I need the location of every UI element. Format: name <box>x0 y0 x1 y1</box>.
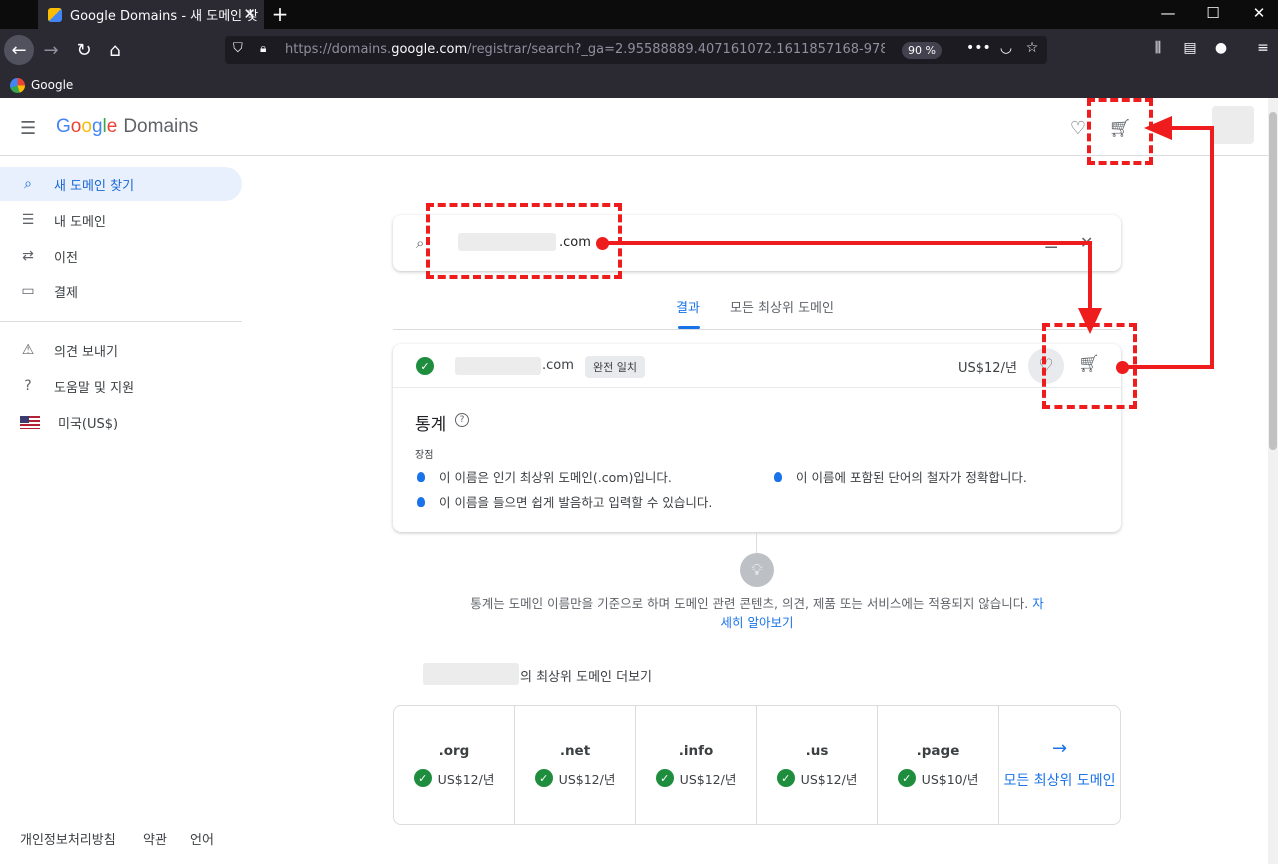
pocket-icon[interactable]: ◡ <box>996 40 1016 56</box>
forward-arrow-icon[interactable]: → <box>37 36 65 64</box>
bookmark-google[interactable]: Google <box>31 78 73 92</box>
terms-link[interactable]: 약관 <box>143 829 167 848</box>
google-favicon <box>10 77 25 93</box>
available-check-icon: ✓ <box>655 769 674 787</box>
stats-help-icon[interactable]: ? <box>455 413 469 427</box>
lightbulb-icon <box>417 471 425 482</box>
pro-item: 이 이름에 포함된 단어의 철자가 정확합니다. <box>774 467 1027 486</box>
bookmarks-bar: Google <box>0 72 1278 98</box>
tld-card[interactable]: .info ✓ US$12/년 <box>636 706 757 824</box>
annotation-arrow-down <box>1078 308 1102 334</box>
search-icon: ⌕ <box>416 234 425 252</box>
home-icon[interactable]: ⌂ <box>101 36 129 64</box>
pro-item: 이 이름을 들으면 쉽게 발음하고 입력할 수 있습니다. <box>417 492 712 511</box>
language-link[interactable]: 언어 <box>190 829 214 848</box>
exact-match-badge: 완전 일치 <box>585 356 645 378</box>
annotation-line <box>1088 241 1092 311</box>
new-tab-icon[interactable]: + <box>270 2 290 26</box>
tld-card[interactable]: .org ✓ US$12/년 <box>394 706 515 824</box>
stats-disclaimer: 통계는 도메인 이름만을 기준으로 하며 도메인 관련 콘텐츠, 의견, 제품 … <box>470 596 1044 630</box>
us-flag-icon <box>20 415 40 429</box>
annotation-dot <box>1116 361 1129 374</box>
stats-title: 통계 <box>415 415 447 435</box>
sidebar-item-billing[interactable]: ▭ 결제 <box>0 274 242 308</box>
back-arrow-icon[interactable]: ← <box>5 36 33 64</box>
pro-item: 이 이름은 인기 최상위 도메인(.com)입니다. <box>417 467 672 486</box>
sidebar-divider <box>0 321 242 322</box>
tld-grid: .org ✓ US$12/년 .net ✓ US$12/년 .info ✓ US$12/년 … <box>393 705 1121 825</box>
shield-icon[interactable]: ⛉ <box>233 41 243 56</box>
close-window-icon[interactable]: ✕ <box>1249 4 1269 22</box>
tabs-divider <box>393 329 1121 330</box>
available-check-icon: ✓ <box>776 769 795 787</box>
tab-title: Google Domains - 새 도메인 찾 <box>70 9 259 24</box>
connector-line <box>756 532 757 554</box>
bookmark-star-icon[interactable]: ☆ <box>1022 40 1042 56</box>
tld-card[interactable]: .net ✓ US$12/년 <box>515 706 636 824</box>
lock-icon[interactable]: 🔒︎ <box>260 41 266 56</box>
account-icon[interactable]: ● <box>1211 40 1231 56</box>
annotation-line <box>1170 126 1214 130</box>
search-icon: ⌕ <box>24 176 32 192</box>
credit-card-icon: ▭ <box>21 283 35 299</box>
reload-icon[interactable]: ↻ <box>70 36 98 64</box>
tab-results[interactable]: 결과 <box>676 297 700 316</box>
lightbulb-icon <box>417 496 425 507</box>
google-domains-logo[interactable]: Google Domains <box>56 116 198 138</box>
sidebar-item-currency[interactable]: 미국(US$) <box>0 405 242 439</box>
close-tab-icon[interactable]: ✕ <box>243 5 256 23</box>
library-icon[interactable]: ⫼ <box>1148 40 1168 56</box>
redacted-name <box>423 663 519 685</box>
help-icon: ? <box>24 378 32 394</box>
more-actions-icon[interactable]: ••• <box>966 40 991 56</box>
zoom-badge[interactable]: 90 % <box>902 42 942 59</box>
available-check-icon: ✓ <box>897 769 916 787</box>
result-domain: .com <box>542 358 574 373</box>
sidebar-toggle-icon[interactable]: ▤ <box>1180 40 1200 56</box>
lightbulb-icon: 💡︎ <box>740 553 774 587</box>
available-check-icon: ✓ <box>416 357 434 375</box>
privacy-link[interactable]: 개인정보처리방침 <box>20 829 116 848</box>
list-icon: ☰ <box>21 212 35 228</box>
result-price: US$12/년 <box>958 361 1017 376</box>
maximize-icon[interactable]: ☐ <box>1203 4 1223 22</box>
all-tlds-link[interactable]: → 모든 최상위 도메인 <box>999 706 1120 824</box>
avatar[interactable] <box>1212 106 1254 144</box>
card-divider <box>393 387 1121 388</box>
redacted-domain <box>455 357 541 375</box>
sidebar-item-my-domains[interactable]: ☰ 내 도메인 <box>0 203 242 237</box>
annotation-line <box>1122 365 1214 369</box>
main-menu-icon[interactable]: ☰ <box>20 118 36 139</box>
feedback-icon: ⚠︎ <box>21 342 35 358</box>
lightbulb-icon <box>774 471 782 482</box>
sidebar-item-find-domain[interactable]: ⌕ 새 도메인 찾기 <box>0 167 242 201</box>
google-domains-favicon <box>48 7 62 22</box>
more-tlds-title: 의 최상위 도메인 더보기 <box>520 670 652 685</box>
scrollbar-thumb[interactable] <box>1269 112 1277 450</box>
sidebar-item-transfer[interactable]: ⇄ 이전 <box>0 239 242 273</box>
arrow-right-icon: → <box>1051 738 1068 759</box>
browser-tab[interactable]: Google Domains - 새 도메인 찾 ✕ <box>38 0 264 29</box>
transfer-icon: ⇄ <box>22 248 34 264</box>
tld-card[interactable]: .us ✓ US$12/년 <box>757 706 878 824</box>
annotation-line <box>602 241 1092 245</box>
annotation-dot <box>596 237 609 250</box>
sidebar-item-feedback[interactable]: ⚠︎ 의견 보내기 <box>0 333 242 367</box>
url-text[interactable]: https://domains.google.com/registrar/sea… <box>285 42 885 57</box>
minimize-icon[interactable]: — <box>1158 4 1178 22</box>
sidebar-item-help[interactable]: ? 도움말 및 지원 <box>0 369 242 403</box>
tab-all-tlds[interactable]: 모든 최상위 도메인 <box>730 297 834 316</box>
hamburger-menu-icon[interactable]: ≡ <box>1253 40 1273 56</box>
available-check-icon: ✓ <box>413 769 432 787</box>
tld-card[interactable]: .page ✓ US$10/년 <box>878 706 999 824</box>
available-check-icon: ✓ <box>534 769 553 787</box>
annotation-line <box>1210 126 1214 369</box>
annotation-arrow-left <box>1144 116 1172 140</box>
pros-label: 장점 <box>415 450 434 461</box>
annotation-box-search <box>426 203 622 279</box>
